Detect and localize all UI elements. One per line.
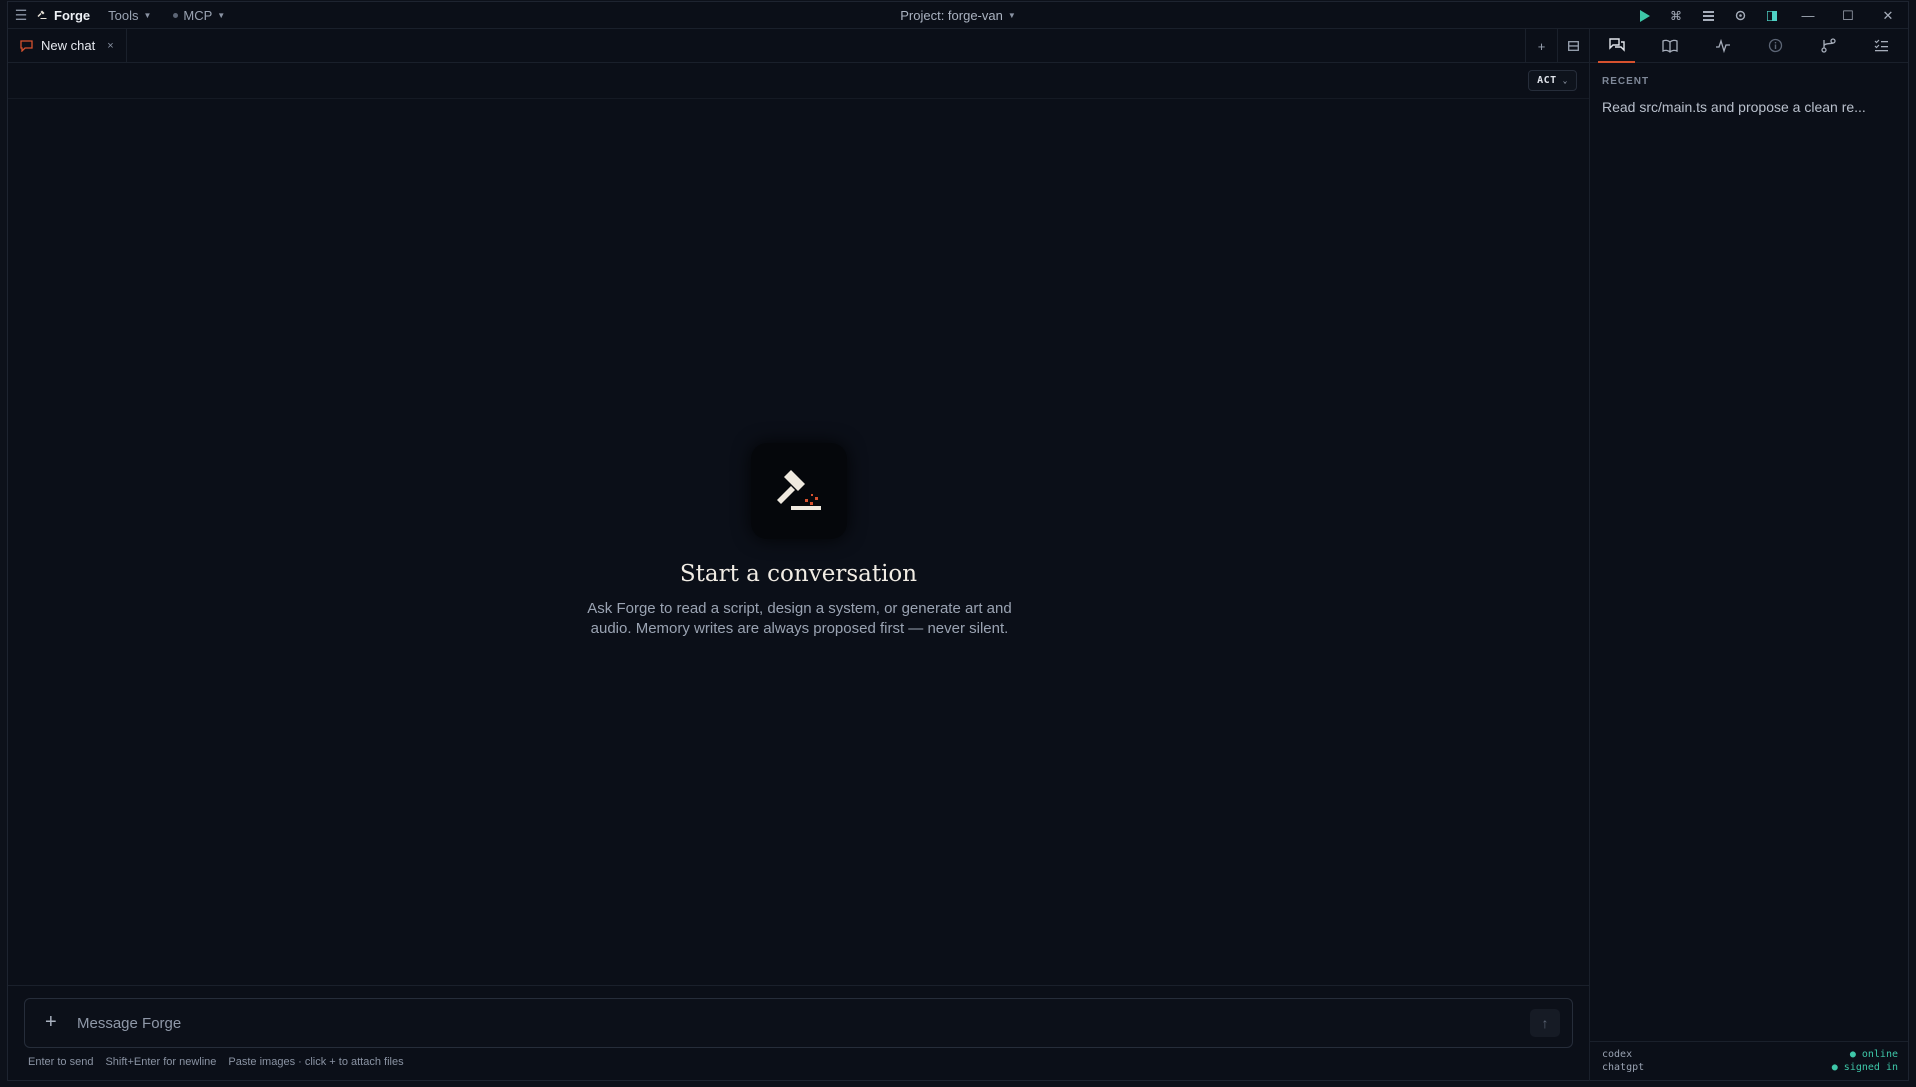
app-window: ☰ Forge Tools ▼ MCP ▼ Project: forge-van (7, 1, 1909, 1081)
chat-bubble-icon (20, 39, 33, 52)
provider-status-footer: codex ● online chatgpt ● signed in (1590, 1041, 1908, 1081)
provider-row: chatgpt ● signed in (1602, 1062, 1898, 1073)
run-icon[interactable] (1628, 2, 1660, 29)
composer: + ↑ (24, 998, 1573, 1048)
composer-hints: Enter to send Shift+Enter for newline Pa… (28, 1056, 416, 1068)
tools-menu[interactable]: Tools ▼ (100, 2, 159, 28)
activity-icon[interactable] (1696, 29, 1749, 62)
tab-label: New chat (41, 38, 96, 53)
project-selector[interactable]: Project: forge-van ▼ (900, 8, 1016, 23)
forge-logo-icon (751, 443, 847, 539)
app-name: Forge (54, 7, 91, 23)
chat-empty-state: Start a conversation Ask Forge to read a… (8, 99, 1589, 985)
command-icon[interactable]: ⌘ (1660, 2, 1692, 29)
settings-icon[interactable] (1724, 2, 1756, 29)
tab-close-icon[interactable]: × (107, 40, 113, 52)
list-icon[interactable] (1692, 2, 1724, 29)
chevron-down-icon: ▼ (217, 10, 226, 20)
provider-row: codex ● online (1602, 1049, 1898, 1060)
empty-state-title: Start a conversation (679, 561, 918, 587)
minimize-icon[interactable]: — (1788, 2, 1828, 29)
project-label: Project: forge-van (900, 7, 1003, 23)
mode-label: ACT (1537, 75, 1557, 86)
hint-send: Enter to send (28, 1056, 94, 1068)
chat-tab-strip: New chat × + (8, 28, 1589, 63)
provider-status: ● signed in (1831, 1062, 1898, 1073)
side-panel-tabs (1590, 29, 1908, 63)
chevron-down-icon: ▼ (143, 10, 152, 20)
mode-bar: ACT ⌄ (8, 63, 1589, 99)
hint-attach: Paste images · click + to attach files (228, 1056, 404, 1068)
mode-selector[interactable]: ACT ⌄ (1528, 70, 1577, 91)
mcp-status-dot-icon (173, 12, 179, 18)
recent-chat-item[interactable]: Read src/main.ts and propose a clean re.… (1602, 99, 1902, 115)
composer-area: + ↑ Enter to send Shift+Enter for newlin… (8, 985, 1589, 1081)
split-view-icon[interactable] (1557, 29, 1589, 63)
info-icon[interactable] (1749, 29, 1802, 62)
maximize-icon[interactable]: ☐ (1828, 2, 1868, 29)
close-icon[interactable]: ✕ (1868, 2, 1908, 29)
book-icon[interactable] (1643, 29, 1696, 62)
chevron-down-icon: ▼ (1007, 10, 1016, 20)
provider-name: chatgpt (1602, 1062, 1645, 1073)
new-tab-button[interactable]: + (1525, 29, 1557, 63)
recent-section-title: RECENT (1602, 76, 1650, 87)
provider-status: ● online (1849, 1049, 1898, 1060)
chevron-down-icon: ⌄ (1562, 76, 1568, 85)
chats-icon[interactable] (1590, 29, 1643, 63)
empty-state-description: Ask Forge to read a script, design a sys… (587, 600, 1012, 637)
title-bar: ☰ Forge Tools ▼ MCP ▼ Project: forge-van (8, 2, 1908, 29)
provider-name: codex (1602, 1049, 1633, 1060)
menu-icon[interactable]: ☰ (8, 2, 34, 28)
tab-new-chat[interactable]: New chat × (8, 28, 127, 63)
mcp-menu-label: MCP (183, 7, 213, 23)
checklist-icon[interactable] (1855, 29, 1908, 62)
git-branch-icon[interactable] (1802, 29, 1855, 62)
forge-logo-icon (34, 2, 50, 28)
attach-plus-icon[interactable]: + (45, 1012, 57, 1032)
hint-newline: Shift+Enter for newline (105, 1056, 217, 1068)
message-input[interactable] (75, 1011, 1495, 1035)
layout-toggle-icon[interactable] (1756, 2, 1788, 29)
tools-menu-label: Tools (108, 7, 139, 23)
send-arrow-icon[interactable]: ↑ (1530, 1009, 1560, 1037)
mcp-menu[interactable]: MCP ▼ (159, 2, 233, 28)
side-panel: RECENT Read src/main.ts and propose a cl… (1589, 29, 1908, 1081)
